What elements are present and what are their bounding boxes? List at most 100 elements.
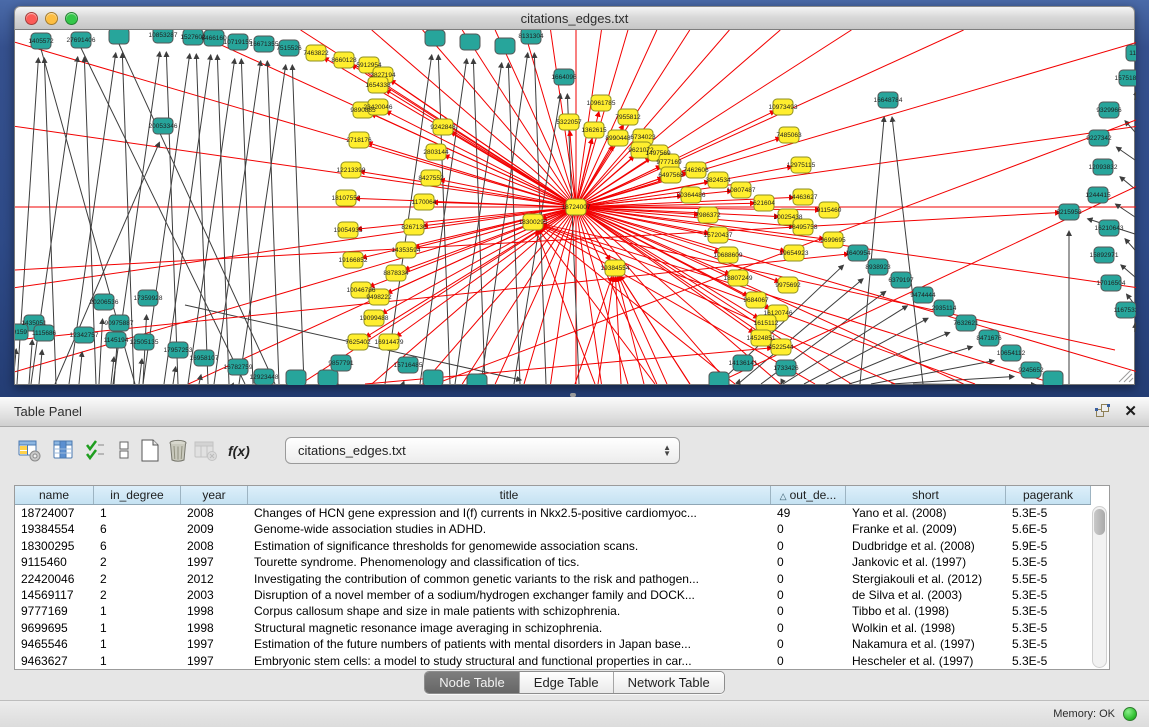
close-panel-icon[interactable]: ✕ [1124,402,1137,420]
cell-in_degree: 1 [94,653,181,669]
graph-edge [615,277,621,384]
row-height-icon[interactable] [112,439,138,465]
status-bar: Memory: OK [0,700,1149,727]
graph-node[interactable] [109,30,129,44]
cell-year: 2003 [181,587,248,603]
cell-in_degree: 1 [94,620,181,636]
create-table-icon[interactable] [138,439,164,465]
graph-node-label: 9777169 [656,159,682,166]
graph-node-label: 9498222 [366,294,392,301]
column-header-short[interactable]: short [846,486,1006,504]
graph-node-label: 8660128 [331,57,357,64]
cell-out_degree: 0 [771,571,846,587]
column-header-name[interactable]: name [15,486,94,504]
graph-node[interactable] [467,374,487,385]
graph-node-label: 10853287 [149,32,178,39]
network-window-titlebar[interactable]: citations_edges.txt [14,6,1135,30]
delete-table-icon[interactable] [166,439,192,465]
network-canvas[interactable]: 1872400727181761221339918107552190549351… [14,30,1135,385]
cell-in_degree: 1 [94,636,181,652]
cell-title: Genome-wide association studies in ADHD. [248,521,771,537]
graph-node-label: 1244415 [1085,192,1111,199]
table-row[interactable]: 946554611997Estimation of the future num… [15,636,1091,652]
graph-node[interactable] [1043,371,1063,385]
graph-node-label: 9245652 [1018,367,1044,374]
table-panel: Table Panel ✕ [0,397,1149,727]
cell-title: Investigating the contribution of common… [248,571,771,587]
table-row[interactable]: 969969511998Structural magnetic resonanc… [15,620,1091,636]
table-row[interactable]: 946362711997Embryonic stem cells: a mode… [15,653,1091,669]
network-window[interactable]: citations_edges.txt [14,6,1135,385]
graph-node-label: 16120746 [764,310,793,317]
graph-node-label: 14524851 [747,335,776,342]
resize-grip-icon[interactable] [1119,370,1133,382]
graph-node[interactable] [318,370,338,385]
graph-edge [386,111,576,207]
graph-edge [576,43,1136,207]
graph-node-label: 9227342 [1086,135,1112,142]
graph-node[interactable] [709,372,729,385]
select-columns-icon[interactable] [84,439,110,465]
graph-node-label: 18495758 [789,224,818,231]
graph-node-label: 8938923 [865,264,891,271]
table-row[interactable]: 1938455462009Genome-wide association stu… [15,521,1091,537]
graph-node-label: 90975887 [105,320,134,327]
tab-node-table[interactable]: Node Table [425,672,520,693]
cell-out_degree: 0 [771,653,846,669]
memory-status-icon[interactable] [1123,707,1137,721]
table-row[interactable]: 911546021997Tourette syndrome. Phenomeno… [15,554,1091,570]
tab-edge-table[interactable]: Edge Table [520,672,614,693]
column-header-out_degree[interactable]: △out_de... [771,486,846,504]
float-panel-icon[interactable] [1095,404,1111,420]
cell-pagerank: 5.6E-5 [1006,521,1091,537]
cell-out_degree: 0 [771,521,846,537]
graph-edge [1116,147,1135,160]
graph-node[interactable] [286,370,306,385]
graph-node-label: 20364486 [677,192,706,199]
table-row[interactable]: 2242004622012Investigating the contribut… [15,571,1091,587]
graph-node-label: 6734023 [630,134,656,141]
function-builder-icon[interactable]: f(x) [228,443,254,469]
graph-node-label: 1167533 [1114,307,1136,314]
graph-node-label: 10025438 [774,214,803,221]
graph-node-label: 12093832 [1089,164,1118,171]
tab-network-table[interactable]: Network Table [614,672,724,693]
table-row[interactable]: 1456911722003Disruption of a novel membe… [15,587,1091,603]
graph-node-label: 19654923 [780,250,809,257]
table-row[interactable]: 977716911998Corpus callosum shape and si… [15,603,1091,619]
graph-node-label: 8131304 [518,33,544,40]
table-row[interactable]: 1872400712008Changes of HCN gene express… [15,505,1091,521]
vertical-scrollbar[interactable] [1092,506,1107,668]
graph-node[interactable] [425,30,445,46]
column-header-title[interactable]: title [248,486,771,504]
scrollbar-thumb[interactable] [1094,509,1105,535]
graph-node-label: 10973493 [769,104,798,111]
column-header-in_degree[interactable]: in_degree [94,486,181,504]
graph-node-label: 15716485 [394,362,423,369]
graph-edge [524,207,576,384]
column-header-pagerank[interactable]: pagerank [1006,486,1091,504]
citation-network-graph[interactable]: 1872400727181761221339918107552190549351… [15,30,1136,385]
graph-node-label: 12975115 [787,162,816,169]
graph-node-label: 7955812 [615,114,641,121]
table-settings-icon[interactable] [18,439,44,465]
column-header-year[interactable]: year [181,486,248,504]
table-row[interactable]: 1830029562008Estimation of significance … [15,538,1091,554]
graph-node-label: 6497568 [658,172,684,179]
table-toolbar: f(x) citations_edges.txt ▲▼ [0,427,1149,479]
graph-node-label: 5322057 [556,119,582,126]
graph-node[interactable] [460,34,480,50]
graph-node-label: 16782759 [224,364,253,371]
table-selector-dropdown[interactable]: citations_edges.txt ▲▼ [285,437,680,464]
show-columns-icon[interactable] [52,439,78,465]
graph-node[interactable] [495,38,515,54]
graph-edge [15,349,16,384]
cell-in_degree: 6 [94,521,181,537]
attribute-table[interactable]: namein_degreeyeartitle△out_de...shortpag… [14,485,1110,670]
graph-node-label: 16671355 [250,41,279,48]
graph-node-label: 6379197 [888,277,914,284]
graph-edge [39,350,42,384]
graph-node[interactable] [423,370,443,385]
cell-in_degree: 6 [94,538,181,554]
cell-out_degree: 0 [771,636,846,652]
